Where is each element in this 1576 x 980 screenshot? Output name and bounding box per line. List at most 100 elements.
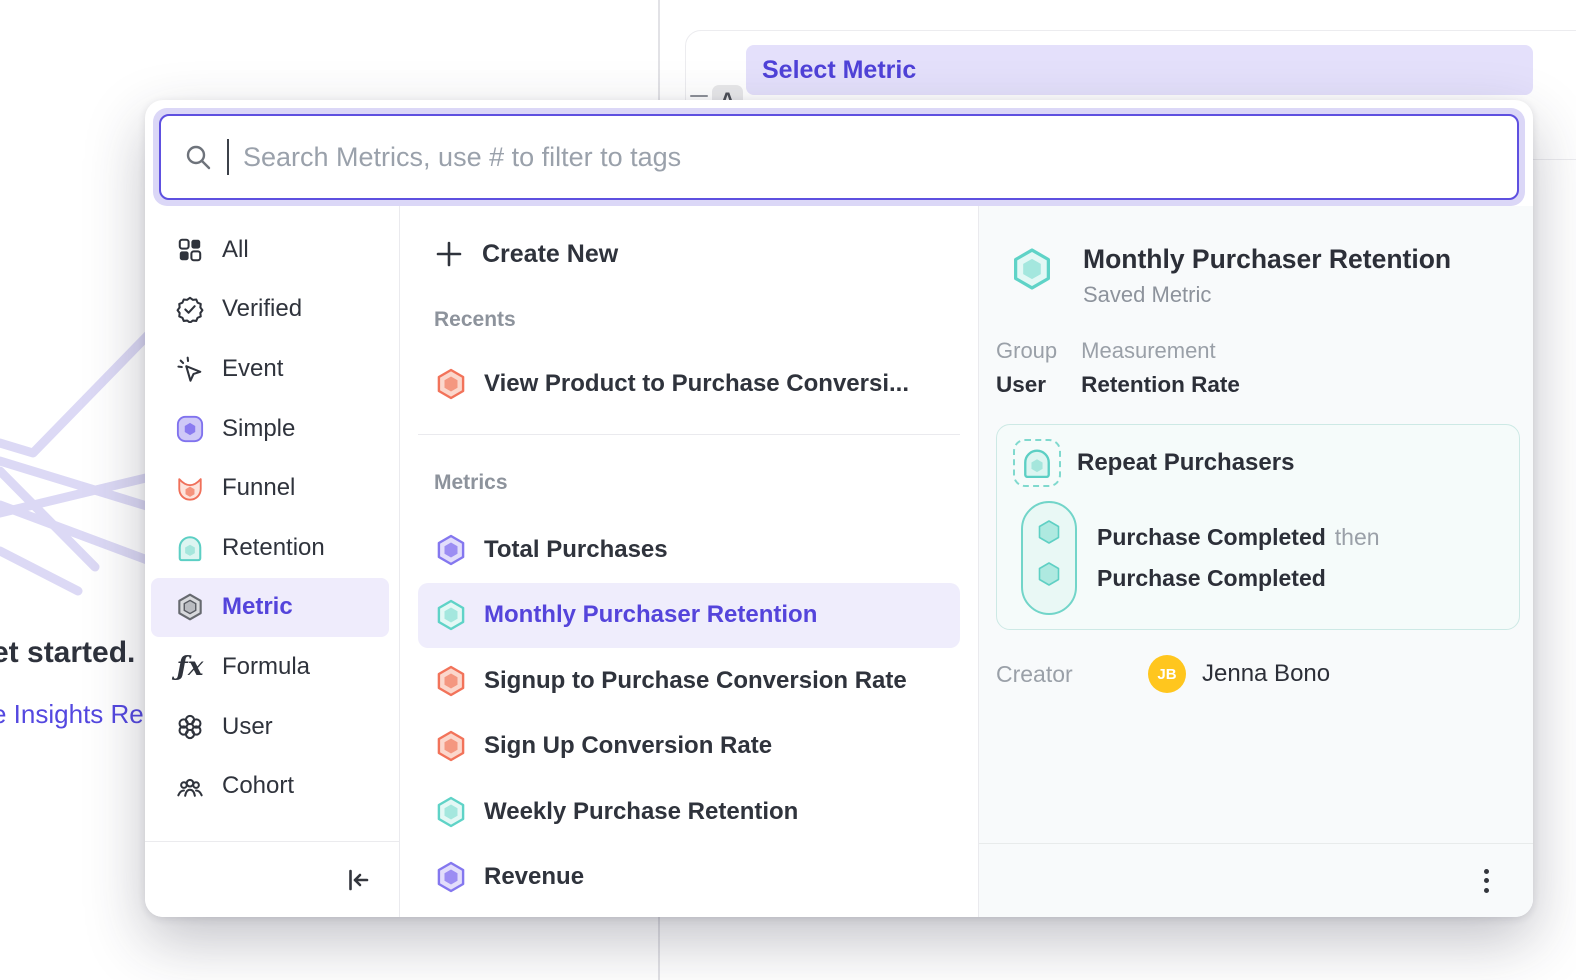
recent-item-label: View Product to Purchase Conversi... bbox=[484, 370, 909, 398]
sidebar-item-simple[interactable]: Simple bbox=[151, 399, 389, 459]
step-list: Purchase Completed then Purchase Complet… bbox=[1097, 517, 1380, 599]
metric-item-label: Signup to Purchase Conversion Rate bbox=[484, 667, 907, 695]
step-suffix: then bbox=[1335, 524, 1380, 551]
recent-item[interactable]: View Product to Purchase Conversi... bbox=[418, 352, 960, 416]
simple-metric-icon bbox=[175, 414, 205, 444]
metric-hexagon-icon bbox=[175, 592, 205, 622]
sidebar-footer bbox=[145, 841, 399, 917]
step-event-name: Purchase Completed bbox=[1097, 524, 1326, 551]
metric-item-total-purchases[interactable]: Total Purchases bbox=[418, 517, 960, 583]
creator-row: Creator JB Jenna Bono bbox=[996, 654, 1516, 694]
metric-item-label: Total Purchases bbox=[484, 536, 668, 564]
definition-title: Repeat Purchasers bbox=[1077, 449, 1294, 477]
search-input[interactable] bbox=[243, 142, 1517, 173]
search-focus-ring bbox=[153, 108, 1525, 206]
search-icon bbox=[183, 142, 213, 172]
metric-item-signup-to-purchase-conversion-rate[interactable]: Signup to Purchase Conversion Rate bbox=[418, 648, 960, 714]
sidebar-item-all[interactable]: All bbox=[151, 220, 389, 280]
sidebar-item-label: Funnel bbox=[222, 474, 295, 502]
metric-item-label: Sign Up Conversion Rate bbox=[484, 732, 772, 760]
metrics-list: Total Purchases Monthly Purchaser Retent… bbox=[418, 517, 960, 910]
user-cluster-icon bbox=[175, 712, 205, 742]
step-hexagon-icon bbox=[1036, 519, 1062, 545]
simple-metric-hexagon-icon bbox=[434, 860, 468, 894]
sidebar-item-retention[interactable]: Retention bbox=[151, 518, 389, 578]
avatar: JB bbox=[1148, 655, 1186, 693]
step-hexagon-icon bbox=[1036, 561, 1062, 587]
funnel-icon bbox=[175, 473, 205, 503]
funnel-metric-hexagon-icon bbox=[434, 664, 468, 698]
sidebar-item-formula[interactable]: ƒx Formula bbox=[151, 637, 389, 697]
metric-picker-modal: All Verified bbox=[145, 100, 1533, 917]
simple-metric-hexagon-icon bbox=[434, 533, 468, 567]
metric-detail-panel: Monthly Purchaser Retention Saved Metric… bbox=[978, 206, 1533, 917]
verified-badge-icon bbox=[175, 294, 205, 324]
metric-item-label: Weekly Purchase Retention bbox=[484, 798, 798, 826]
funnel-metric-hexagon-icon bbox=[434, 729, 468, 763]
attribute-label: Group bbox=[996, 338, 1057, 364]
sidebar-item-label: All bbox=[222, 236, 249, 264]
metrics-heading: Metrics bbox=[434, 471, 960, 495]
sidebar-item-verified[interactable]: Verified bbox=[151, 280, 389, 340]
funnel-metric-hexagon-icon bbox=[434, 367, 468, 401]
creator-name: Jenna Bono bbox=[1202, 660, 1330, 688]
step-row: Purchase Completed then bbox=[1097, 517, 1380, 558]
sidebar-item-label: Metric bbox=[222, 593, 293, 621]
cohort-people-icon bbox=[175, 771, 205, 801]
retention-steps-capsule bbox=[1021, 501, 1077, 615]
retention-metric-hexagon-icon bbox=[434, 795, 468, 829]
detail-subtitle: Saved Metric bbox=[1083, 282, 1211, 308]
retention-definition-icon bbox=[1013, 439, 1061, 487]
creator-label: Creator bbox=[996, 661, 1148, 688]
attribute-measurement: Measurement Retention Rate bbox=[1081, 338, 1240, 398]
more-options-kebab-icon[interactable] bbox=[1478, 863, 1495, 899]
definition-card: Repeat Purchasers Purchase Completed the… bbox=[996, 424, 1520, 630]
category-sidebar: All Verified bbox=[145, 206, 400, 917]
sidebar-item-user[interactable]: User bbox=[151, 697, 389, 757]
attribute-row: Group User Measurement Retention Rate bbox=[996, 338, 1240, 398]
formula-fx-icon: ƒx bbox=[175, 652, 205, 682]
metric-item-revenue[interactable]: Revenue bbox=[418, 845, 960, 911]
detail-footer bbox=[979, 843, 1533, 917]
attribute-value: User bbox=[996, 372, 1057, 398]
list-divider bbox=[418, 434, 960, 435]
sidebar-item-event[interactable]: Event bbox=[151, 339, 389, 399]
sidebar-item-label: Retention bbox=[222, 534, 325, 562]
retention-arch-icon bbox=[175, 533, 205, 563]
metric-item-label: Monthly Purchaser Retention bbox=[484, 601, 817, 629]
collapse-sidebar-icon[interactable] bbox=[343, 865, 373, 895]
select-metric-label: Select Metric bbox=[762, 56, 916, 85]
metric-item-monthly-purchaser-retention[interactable]: Monthly Purchaser Retention bbox=[418, 583, 960, 649]
background-get-started-text: et started. bbox=[0, 636, 135, 670]
metric-item-sign-up-conversion-rate[interactable]: Sign Up Conversion Rate bbox=[418, 714, 960, 780]
sidebar-item-label: Simple bbox=[222, 415, 295, 443]
search-field[interactable] bbox=[159, 114, 1519, 200]
metric-item-label: Revenue bbox=[484, 863, 584, 891]
text-cursor bbox=[227, 139, 229, 175]
metric-item-weekly-purchase-retention[interactable]: Weekly Purchase Retention bbox=[418, 779, 960, 845]
attribute-value: Retention Rate bbox=[1081, 372, 1240, 398]
attribute-group: Group User bbox=[996, 338, 1057, 398]
event-cursor-icon bbox=[175, 354, 205, 384]
grid-icon bbox=[175, 235, 205, 265]
background-insights-link[interactable]: e Insights Re bbox=[0, 699, 144, 730]
create-new-button[interactable]: Create New bbox=[418, 226, 960, 282]
sidebar-item-funnel[interactable]: Funnel bbox=[151, 458, 389, 518]
metric-list-column: Create New Recents View Product to Purch… bbox=[400, 206, 978, 917]
sidebar-item-label: Formula bbox=[222, 653, 310, 681]
sidebar-item-label: Verified bbox=[222, 295, 302, 323]
sidebar-item-label: Event bbox=[222, 355, 283, 383]
recents-heading: Recents bbox=[434, 308, 960, 332]
select-metric-pill[interactable]: Select Metric bbox=[746, 45, 1533, 95]
sidebar-item-label: User bbox=[222, 713, 273, 741]
step-row: Purchase Completed bbox=[1097, 558, 1380, 599]
retention-metric-hexagon-icon bbox=[434, 598, 468, 632]
sidebar-item-cohort[interactable]: Cohort bbox=[151, 756, 389, 816]
create-new-label: Create New bbox=[482, 240, 618, 269]
attribute-label: Measurement bbox=[1081, 338, 1240, 364]
background-chart-decoration bbox=[0, 325, 160, 605]
retention-metric-hexagon-icon bbox=[1009, 246, 1055, 292]
step-event-name: Purchase Completed bbox=[1097, 565, 1326, 592]
sidebar-item-metric[interactable]: Metric bbox=[151, 578, 389, 638]
detail-title: Monthly Purchaser Retention bbox=[1083, 244, 1451, 275]
